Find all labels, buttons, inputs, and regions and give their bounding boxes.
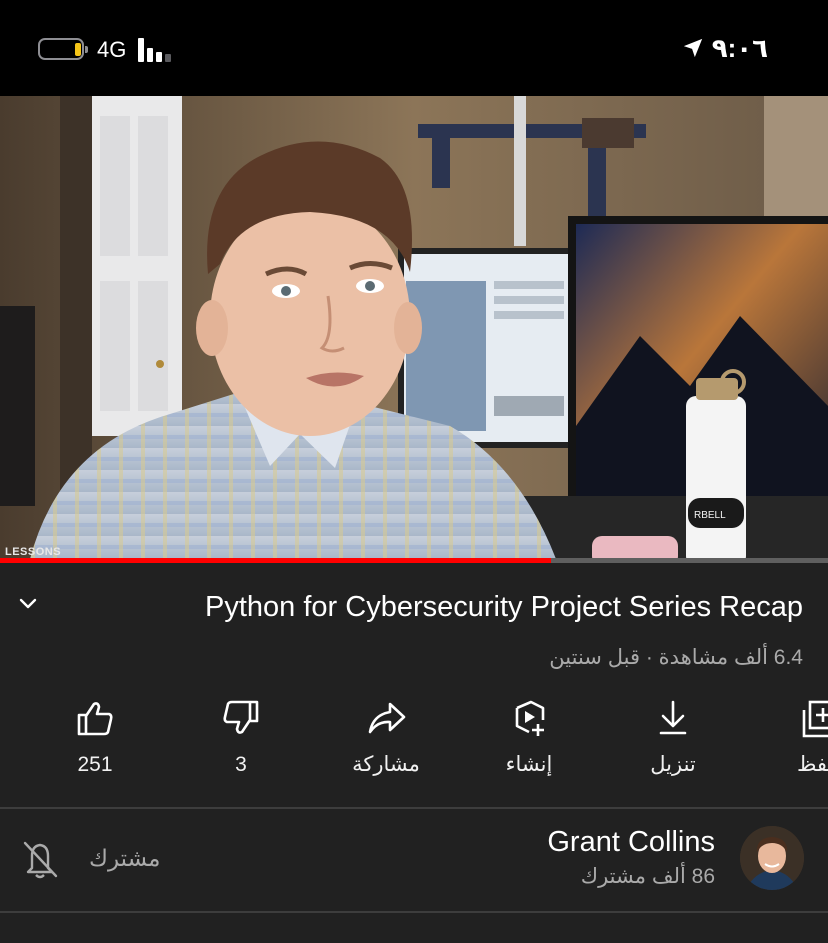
video-title[interactable]: Python for Cybersecurity Project Series … [205, 588, 803, 626]
download-label: تنزيل [650, 753, 696, 776]
chevron-down-icon[interactable] [16, 592, 40, 616]
bell-off-icon[interactable] [20, 838, 60, 880]
save-playlist-icon [802, 700, 828, 738]
subscriber-count: 86 ألف مشترك [580, 865, 715, 888]
download-icon [659, 700, 687, 735]
video-player[interactable]: RBELL [0, 96, 828, 559]
share-button[interactable]: مشاركة [331, 698, 441, 788]
battery-icon [38, 38, 88, 60]
create-label: إنشاء [505, 753, 553, 776]
thumbs-down-icon [223, 700, 259, 734]
dislike-button[interactable]: 3 [186, 698, 296, 788]
channel-name[interactable]: Grant Collins [547, 824, 715, 860]
save-button[interactable]: حفظ [790, 698, 828, 788]
dislike-count: 3 [235, 753, 247, 776]
network-type: 4G [97, 37, 127, 62]
svg-text:RBELL: RBELL [694, 510, 726, 521]
create-clip-icon [515, 700, 545, 736]
signal-strength-icon [138, 38, 178, 62]
thumbs-up-icon [77, 702, 113, 736]
like-count: 251 [77, 753, 113, 776]
location-arrow-icon [683, 38, 702, 58]
share-label: مشاركة [352, 753, 420, 776]
save-label: حفظ [797, 753, 828, 776]
clock: ٩:٠٦ [711, 32, 768, 63]
divider-top [0, 807, 828, 809]
share-arrow-icon [368, 702, 406, 734]
avatar-image [740, 826, 804, 890]
clock-group: ٩:٠٦ [682, 32, 768, 64]
video-overlay-text: LESSONS [5, 546, 62, 558]
video-progress-bar[interactable] [0, 558, 828, 563]
download-button[interactable]: تنزيل [618, 698, 728, 788]
battery-level [75, 43, 81, 56]
create-button[interactable]: إنشاء [474, 698, 584, 788]
video-meta: 6.4 ألف مشاهدة · قبل سنتين [549, 646, 803, 669]
divider-bottom [0, 911, 828, 913]
like-button[interactable]: 251 [40, 698, 150, 788]
video-frame: RBELL [0, 96, 828, 559]
status-bar: 4G ٩:٠٦ [0, 0, 828, 96]
video-progress-fill [0, 558, 551, 563]
channel-avatar[interactable] [740, 826, 804, 890]
subscribed-button[interactable]: مشترك [89, 843, 160, 873]
